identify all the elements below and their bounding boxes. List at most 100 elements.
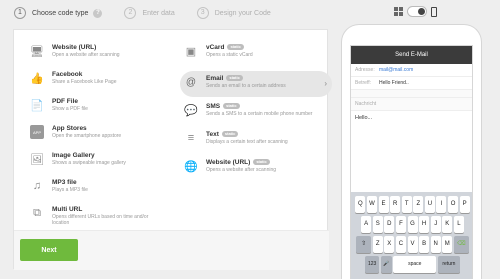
keyboard-row: ASDFGHJKL <box>351 216 472 233</box>
step-label: Enter data <box>142 9 175 17</box>
keyboard: QWERTZUIOP ASDFGHJKL ⇧ ZXCVBNM ⌫ 123 🎤 s… <box>351 192 472 279</box>
key[interactable]: W <box>366 196 377 213</box>
code-type-title: Email <box>206 75 224 82</box>
key[interactable]: V <box>407 236 418 253</box>
key[interactable]: B <box>419 236 430 253</box>
code-type-app-stores[interactable]: APP App Stores Open the smartphone appsto… <box>26 121 178 147</box>
return-key[interactable]: return <box>437 256 460 273</box>
code-type-title: Text <box>206 131 219 138</box>
phone-icon[interactable] <box>431 6 437 17</box>
step-1[interactable]: 1 Choose code type ? <box>14 7 103 19</box>
code-type-desc: Plays a MP3 file <box>52 187 88 193</box>
code-type-facebook[interactable]: 👍 Facebook Share a Facebook Like Page <box>26 67 178 93</box>
code-type-panel: 🖥 Website (URL) Open a website after scan… <box>13 29 332 270</box>
code-type-desc: Displays a certain text after scanning <box>206 139 288 145</box>
qr-code-icon[interactable] <box>394 7 403 16</box>
keyboard-row: 123 🎤 space return <box>351 256 472 273</box>
key[interactable]: G <box>407 216 418 233</box>
key[interactable]: T <box>401 196 412 213</box>
key[interactable]: X <box>384 236 395 253</box>
numbers-key[interactable]: 123 <box>365 256 380 273</box>
preview-subject-label: Betreff: <box>355 80 372 86</box>
step-3[interactable]: 3 Design your Code <box>196 7 271 19</box>
code-type-desc: Opens a static vCard <box>206 52 253 58</box>
static-badge: static <box>253 159 270 165</box>
code-type-email[interactable]: @ Email static Sends an email to a certain… <box>180 71 332 97</box>
key[interactable]: K <box>442 216 453 233</box>
key[interactable]: O <box>448 196 459 213</box>
preview-to-label: Adresse: <box>355 67 375 73</box>
code-type-desc: Shows a swipeable image gallery <box>52 160 126 166</box>
code-type-title: PDF File <box>52 98 79 105</box>
step-number: 2 <box>124 7 137 19</box>
backspace-key-icon[interactable]: ⌫ <box>453 236 469 253</box>
text-icon: ≡ <box>187 132 195 144</box>
code-type-title: Website (URL) <box>206 159 251 166</box>
code-type-title: vCard <box>206 44 225 51</box>
help-icon[interactable]: ? <box>93 8 103 18</box>
preview-to-row: Adresse: mail@mail.com <box>351 64 472 77</box>
code-type-website-static[interactable]: 🌐 Website (URL) static Opens a website aft… <box>180 155 332 181</box>
key[interactable]: H <box>419 216 430 233</box>
preview-message-label: Nachricht <box>351 98 472 111</box>
key[interactable]: I <box>436 196 447 213</box>
key[interactable]: Q <box>355 196 366 213</box>
code-type-mp3[interactable]: ♫ MP3 file Plays a MP3 file <box>26 175 178 201</box>
preview-header: Send E-Mail <box>351 46 472 64</box>
code-type-title: MP3 file <box>52 179 77 186</box>
step-label: Design your Code <box>214 9 271 17</box>
key[interactable]: E <box>378 196 389 213</box>
preview-toggle[interactable] <box>394 6 437 17</box>
keyboard-row: ⇧ ZXCVBNM ⌫ <box>351 236 472 253</box>
code-type-desc: Opens a website after scanning <box>206 167 277 173</box>
step-label: Choose code type <box>32 9 89 17</box>
key[interactable]: M <box>442 236 453 253</box>
key[interactable]: C <box>395 236 406 253</box>
microphone-key-icon[interactable]: 🎤 <box>380 256 392 273</box>
step-indicator: 1 Choose code type ? 2 Enter data 3 Desi… <box>14 4 293 22</box>
vcard-icon: ▣ <box>185 45 197 58</box>
key[interactable]: J <box>430 216 441 233</box>
key[interactable]: F <box>395 216 406 233</box>
globe-icon: 🌐 <box>184 160 198 173</box>
code-type-title: App Stores <box>52 125 87 132</box>
step-2[interactable]: 2 Enter data <box>124 7 175 19</box>
code-type-website[interactable]: 🖥 Website (URL) Open a website after scan… <box>26 40 178 66</box>
code-type-text[interactable]: ≡ Text static Displays a certain text afte… <box>180 127 332 153</box>
next-button[interactable]: Next <box>20 239 78 261</box>
space-key[interactable]: space <box>393 256 437 273</box>
key[interactable]: Z <box>413 196 424 213</box>
preview-message-body: Hello... <box>355 115 373 121</box>
code-type-vcard[interactable]: ▣ vCard static Opens a static vCard <box>180 40 332 66</box>
phone-preview: Send E-Mail Adresse: mail@mail.com Betre… <box>341 24 482 279</box>
shift-key-icon[interactable]: ⇧ <box>356 236 372 253</box>
key[interactable]: L <box>453 216 464 233</box>
key[interactable]: D <box>384 216 395 233</box>
code-type-desc: Share a Facebook Like Page <box>52 79 117 85</box>
code-type-image-gallery[interactable]: 🖼 Image Gallery Shows a swipeable image g… <box>26 148 178 174</box>
code-type-title: Website (URL) <box>52 44 97 51</box>
code-type-title: Image Gallery <box>52 152 95 159</box>
key[interactable]: S <box>372 216 383 233</box>
at-icon: @ <box>185 76 197 88</box>
key[interactable]: A <box>361 216 372 233</box>
image-icon: 🖼 <box>30 153 44 166</box>
code-type-title: Facebook <box>52 71 83 78</box>
keyboard-row: QWERTZUIOP <box>351 196 472 213</box>
code-type-multi-url[interactable]: ⧉ Multi URL Opens different URLs based on… <box>26 202 178 232</box>
key[interactable]: R <box>390 196 401 213</box>
code-type-sms[interactable]: 💬 SMS static Sends a SMS to a certain mobi… <box>180 99 332 129</box>
music-icon: ♫ <box>32 180 42 192</box>
view-switch[interactable] <box>407 6 427 17</box>
key[interactable]: N <box>430 236 441 253</box>
keyboard-letters: ZXCVBNM <box>372 236 453 253</box>
code-type-desc: Open the smartphone appstore <box>52 133 122 139</box>
code-type-pdf[interactable]: 📄 PDF File Show a PDF file <box>26 94 178 120</box>
preview-subject-value: Hello Friend.. <box>379 80 409 86</box>
key[interactable]: P <box>459 196 470 213</box>
code-type-desc: Opens different URLs based on time and/o… <box>52 214 149 226</box>
monitor-icon: 🖥 <box>30 45 44 58</box>
key[interactable]: Z <box>372 236 383 253</box>
phone-screen: Send E-Mail Adresse: mail@mail.com Betre… <box>350 45 473 279</box>
key[interactable]: U <box>424 196 435 213</box>
